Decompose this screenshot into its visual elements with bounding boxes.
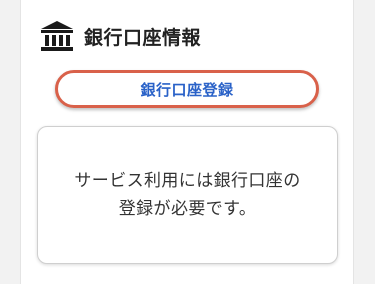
section-title: 銀行口座情報 bbox=[84, 26, 202, 49]
notice-box: サービス利用には銀行口座の 登録が必要です。 bbox=[37, 126, 338, 264]
register-button-label: 銀行口座登録 bbox=[140, 80, 234, 99]
notice-text-line-2: 登録が必要です。 bbox=[118, 199, 257, 219]
register-bank-account-button[interactable]: 銀行口座登録 bbox=[55, 70, 319, 108]
bank-icon bbox=[40, 20, 74, 52]
notice-text-line-1: サービス利用には銀行口座の bbox=[74, 171, 301, 191]
section-header: 銀行口座情報 bbox=[40, 20, 201, 52]
